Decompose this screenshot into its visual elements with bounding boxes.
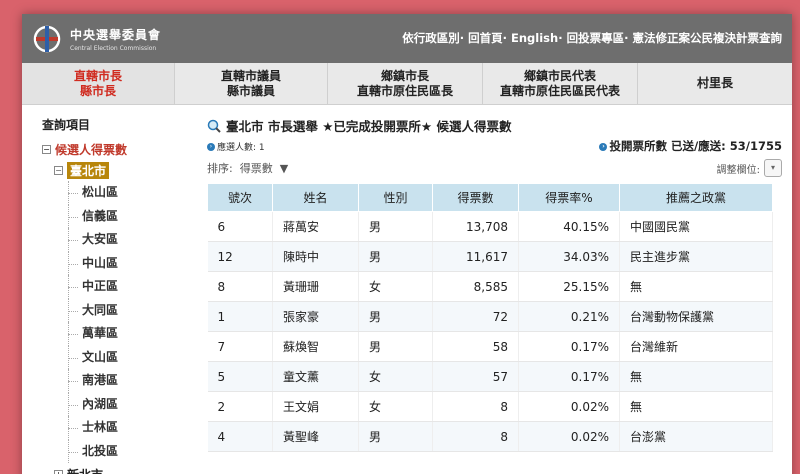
search-icon [207,119,221,133]
elected-count: › 應選人數: 1 [207,140,265,153]
tree-taipei-city[interactable]: − 臺北市 [54,159,192,181]
table-header-row: 號次 姓名 性別 得票數 得票率% 推薦之政黨 [207,183,773,212]
org-name-en: Central Election Commission [70,45,157,52]
station-count: › 投開票所數 已送/應送: 53/1755 [599,138,782,154]
selected-city[interactable]: 臺北市 [67,161,110,179]
tab-councilor[interactable]: 直轄市議員 縣市議員 [175,63,328,104]
col-vote-rate[interactable]: 得票率% [518,183,620,212]
district-songshan[interactable]: 松山區 [68,181,192,205]
table-row: 12 陳時中 男 11,617 34.03% 民主進步黨 [207,241,773,272]
election-type-tabs: 直轄市長 縣市長 直轄市議員 縣市議員 鄉鎮市長 直轄市原住民區長 鄉鎮市民代表… [22,63,792,105]
tab-village-chief[interactable]: 村里長 [638,63,792,104]
district-beitou[interactable]: 北投區 [68,439,192,464]
top-nav: 依行政區別· 回首頁· English· 回投票專區· 憲法修正案公民複決計票查… [402,31,783,45]
district-wanhua[interactable]: 萬華區 [68,322,192,346]
browser-window: 中央選舉委員會 Central Election Commission 依行政區… [22,14,792,474]
tree-new-taipei[interactable]: + 新北市 [54,463,192,474]
col-party[interactable]: 推薦之政黨 [619,183,773,212]
collapse-icon[interactable]: − [54,165,63,175]
district-nangang[interactable]: 南港區 [68,369,192,393]
district-xinyi[interactable]: 信義區 [68,204,192,229]
district-zhongzheng[interactable]: 中正區 [68,275,192,299]
tab-mayor[interactable]: 直轄市長 縣市長 [22,63,175,104]
results-meta: › 應選人數: 1 › 投開票所數 已送/應送: 53/1755 [207,138,782,154]
nav-referendum[interactable]: 憲法修正案公民複決計票查詢 [633,31,783,45]
adjust-columns: 調整欄位: ▾ [717,159,782,177]
col-number[interactable]: 號次 [207,183,273,212]
query-sidebar: 查詢項目 − 候選人得票數 − 臺北市 松山區 信義區 大安區 中山區 中正區 … [42,116,192,474]
arrow-bullet-icon: › [207,143,215,151]
nav-voting-area[interactable]: 回投票專區 [567,31,625,45]
table-row: 4 黃聖峰 男 8 0.02% 台澎黨 [207,421,773,452]
table-row: 8 黃珊珊 女 8,585 25.15% 無 [207,271,773,302]
tree-candidate-votes[interactable]: − 候選人得票數 [42,139,192,159]
col-gender[interactable]: 性別 [358,183,433,212]
table-row: 1 張家豪 男 72 0.21% 台灣動物保護黨 [207,301,773,332]
sidebar-title: 查詢項目 [42,118,91,132]
adjust-columns-button[interactable]: ▾ [764,159,782,177]
site-logo-text[interactable]: 中央選舉委員會 Central Election Commission [70,26,161,52]
results-panel: 臺北市 市長選舉 ★已完成投開票所★ 候選人得票數 › 應選人數: 1 › 投開票所… [207,116,782,452]
table-row: 5 童文薰 女 57 0.17% 無 [207,361,773,392]
arrow-bullet-icon: › [599,142,608,151]
results-title: 臺北市 市長選舉 ★已完成投開票所★ 候選人得票數 [207,116,782,135]
table-row: 6 蔣萬安 男 13,708 40.15% 中國國民黨 [207,211,773,242]
collapse-icon[interactable]: − [42,144,51,154]
site-header: 中央選舉委員會 Central Election Commission 依行政區… [22,14,792,63]
nav-home[interactable]: 回首頁 [468,31,503,45]
district-datong[interactable]: 大同區 [68,298,192,323]
nav-by-district[interactable]: 依行政區別 [402,31,460,45]
table-row: 2 王文娟 女 8 0.02% 無 [207,391,773,422]
candidate-votes-table: 號次 姓名 性別 得票數 得票率% 推薦之政黨 6 蔣萬安 男 13,708 4… [207,183,773,452]
sort-dropdown-icon[interactable]: ▼ [280,162,288,175]
nav-english[interactable]: English [511,31,558,45]
district-zhongshan[interactable]: 中山區 [68,251,192,276]
col-votes[interactable]: 得票數 [432,183,519,212]
sort-control[interactable]: 排序: 得票數 ▼ [207,160,288,176]
tab-township-representative[interactable]: 鄉鎮市民代表 直轄市原住民區民代表 [483,63,638,104]
cec-logo-icon[interactable] [30,22,64,56]
district-neihu[interactable]: 內湖區 [68,392,192,417]
table-row: 7 蘇煥智 男 58 0.17% 台灣維新 [207,331,773,362]
district-shilin[interactable]: 士林區 [68,416,192,440]
district-wenshan[interactable]: 文山區 [68,345,192,370]
district-daan[interactable]: 大安區 [68,228,192,252]
tab-township-chief[interactable]: 鄉鎮市長 直轄市原住民區長 [328,63,483,104]
col-name[interactable]: 姓名 [272,183,359,212]
expand-icon[interactable]: + [54,469,63,474]
sort-row: 排序: 得票數 ▼ 調整欄位: ▾ [207,159,782,177]
org-name-cn: 中央選舉委員會 [70,28,162,42]
